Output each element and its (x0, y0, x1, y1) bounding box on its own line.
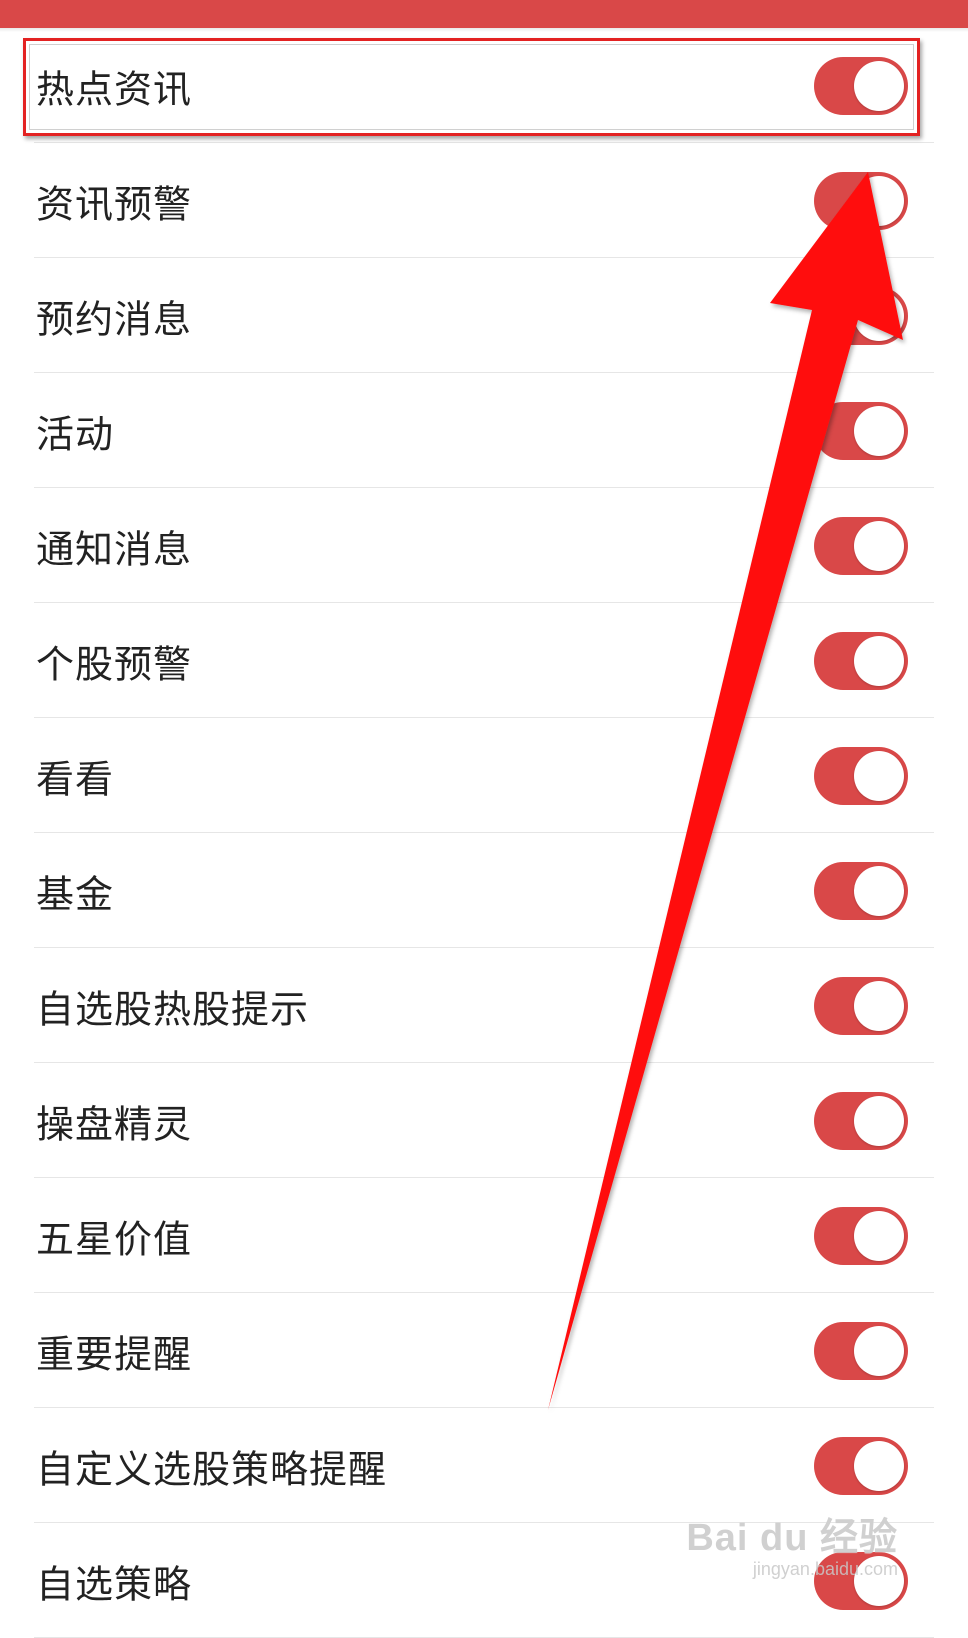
setting-row-news-alert: 资讯预警 (0, 143, 968, 258)
setting-label: 重要提醒 (36, 1332, 193, 1376)
top-app-bar (0, 0, 968, 28)
setting-row-watchlist-hot: 自选股热股提示 (0, 948, 968, 1063)
notification-settings-list: 热点资讯 资讯预警 预约消息 活动 通知消息 个股预警 看看 基金 自选股热股提 (0, 28, 968, 1638)
selected-strategy-toggle[interactable] (814, 1551, 908, 1610)
toggle-knob (854, 750, 904, 801)
toggle-knob (854, 1440, 904, 1491)
kankan-toggle[interactable] (814, 746, 908, 805)
setting-label: 个股预警 (36, 642, 193, 686)
setting-row-kankan: 看看 (0, 718, 968, 833)
setting-row-important: 重要提醒 (0, 1293, 968, 1408)
setting-row-stock-alert: 个股预警 (0, 603, 968, 718)
setting-row-five-star: 五星价值 (0, 1178, 968, 1293)
setting-row-fund: 基金 (0, 833, 968, 948)
toggle-knob (854, 635, 904, 686)
stock-alert-toggle[interactable] (814, 631, 908, 690)
activity-toggle[interactable] (814, 401, 908, 460)
toggle-knob (854, 1210, 904, 1261)
toggle-knob (854, 290, 904, 341)
setting-label: 活动 (36, 412, 115, 456)
setting-row-hot-news: 热点资讯 (0, 28, 968, 143)
setting-row-trading-sprite: 操盘精灵 (0, 1063, 968, 1178)
setting-label: 资讯预警 (36, 182, 193, 226)
notification-toggle[interactable] (814, 516, 908, 575)
setting-label: 通知消息 (36, 527, 193, 571)
five-star-toggle[interactable] (814, 1206, 908, 1265)
setting-label: 看看 (36, 757, 115, 801)
toggle-knob (854, 980, 904, 1031)
toggle-knob (854, 60, 904, 111)
toggle-knob (854, 520, 904, 571)
setting-label: 预约消息 (36, 297, 193, 341)
setting-row-selected-strategy: 自选策略 (0, 1523, 968, 1638)
appointment-toggle[interactable] (814, 286, 908, 345)
setting-row-appointment: 预约消息 (0, 258, 968, 373)
toggle-knob (854, 405, 904, 456)
news-alert-toggle[interactable] (814, 171, 908, 230)
custom-strategy-toggle[interactable] (814, 1436, 908, 1495)
trading-sprite-toggle[interactable] (814, 1091, 908, 1150)
watchlist-hot-toggle[interactable] (814, 976, 908, 1035)
setting-label: 自定义选股策略提醒 (36, 1447, 388, 1491)
toggle-knob (854, 1325, 904, 1376)
setting-label: 五星价值 (36, 1217, 193, 1261)
toggle-knob (854, 1095, 904, 1146)
fund-toggle[interactable] (814, 861, 908, 920)
setting-label: 操盘精灵 (36, 1102, 193, 1146)
toggle-knob (854, 865, 904, 916)
setting-row-custom-strategy: 自定义选股策略提醒 (0, 1408, 968, 1523)
setting-label: 基金 (36, 872, 115, 916)
hot-news-toggle[interactable] (814, 56, 908, 115)
important-toggle[interactable] (814, 1321, 908, 1380)
setting-label: 自选股热股提示 (36, 987, 310, 1031)
setting-row-notification: 通知消息 (0, 488, 968, 603)
toggle-knob (854, 175, 904, 226)
toggle-knob (854, 1555, 904, 1606)
setting-label: 热点资讯 (36, 67, 193, 111)
setting-row-activity: 活动 (0, 373, 968, 488)
